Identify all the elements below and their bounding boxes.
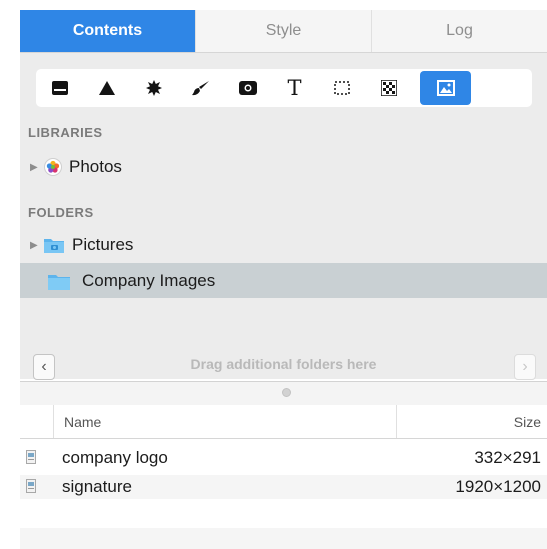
file-size: 332×291 [474,448,541,467]
file-size: 1920×1200 [455,477,541,496]
tab-log[interactable]: Log [371,10,547,52]
table-row[interactable]: signature 1920×1200 [20,475,547,499]
column-separator [396,405,397,438]
checkerboard-icon[interactable] [365,69,412,107]
column-header-name[interactable]: Name [53,405,101,438]
image-icon[interactable] [420,71,471,105]
empty-row-stripe [20,528,547,549]
dashed-rect-icon[interactable] [318,69,365,107]
image-file-icon [26,450,36,464]
name-header-label: Name [64,413,102,430]
image-file-icon [26,479,36,493]
disclosure-triangle-icon[interactable]: ▶ [30,240,44,251]
tab-style[interactable]: Style [195,10,371,52]
libraries-heading: LIBRARIES [28,125,103,140]
disclosure-triangle-icon[interactable]: ▶ [30,162,44,173]
brush-icon[interactable] [177,69,224,107]
scroll-right-button[interactable]: › [514,354,536,380]
company-images-row[interactable]: Company Images [48,270,215,292]
insert-toolbar: T [36,69,532,107]
file-name: signature [62,477,132,496]
drag-hint-text: Drag additional folders here [190,356,377,372]
table-row[interactable]: company logo 332×291 [20,446,547,470]
file-list-header: Name Size [20,405,547,439]
triangle-icon[interactable] [83,69,130,107]
sidebar-item-pictures[interactable]: ▶ Pictures [30,234,133,256]
text-icon[interactable]: T [271,69,318,107]
pictures-label: Pictures [72,235,134,254]
starburst-icon[interactable] [130,69,177,107]
company-images-label: Company Images [82,271,216,290]
size-header-label: Size [513,413,541,430]
tab-contents[interactable]: Contents [20,10,195,52]
folders-heading: FOLDERS [28,205,94,220]
folder-icon [48,274,70,290]
shape-box-icon[interactable] [36,69,83,107]
file-name: company logo [62,448,168,467]
photos-app-icon [44,158,62,176]
split-handle[interactable] [282,388,291,397]
column-header-size[interactable]: Size [514,405,541,438]
sidebar-item-photos[interactable]: ▶ Photos [30,156,122,178]
camera-icon[interactable] [224,69,271,107]
tab-bar: Contents Style Log [20,10,547,53]
pictures-folder-icon [44,239,64,253]
photos-label: Photos [69,157,122,176]
